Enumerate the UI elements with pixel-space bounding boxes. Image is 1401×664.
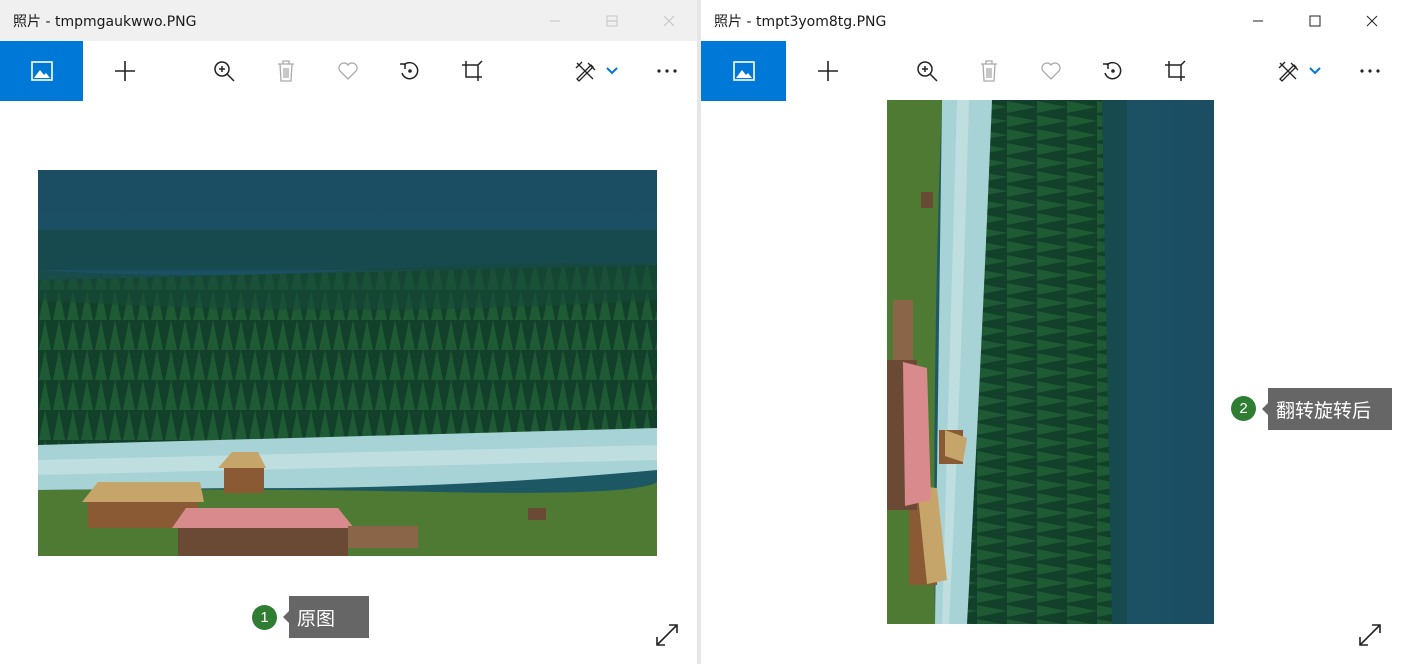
favorite-icon — [1041, 62, 1061, 80]
zoom-in-icon — [917, 61, 938, 82]
landscape-image — [38, 170, 657, 556]
expand-icon — [656, 624, 678, 646]
photos-window-original: 照片 - tmpmgaukwwo.PNG 1 原图 — [0, 0, 697, 664]
photo-original — [38, 170, 657, 556]
favorite-icon — [338, 62, 358, 80]
chevron-down-icon — [1309, 67, 1321, 75]
zoom-button[interactable] — [207, 41, 241, 101]
add-button[interactable] — [108, 41, 142, 101]
rotate-icon — [1103, 61, 1122, 80]
photos-window-transformed: 照片 - tmpt3yom8tg.PNG 2 翻转旋转后 — [701, 0, 1400, 664]
delete-button[interactable] — [972, 41, 1006, 101]
more-options-button[interactable] — [1353, 41, 1387, 101]
crop-icon — [1165, 60, 1186, 81]
favorite-button[interactable] — [331, 41, 365, 101]
edit-create-button[interactable] — [1271, 41, 1305, 101]
maximize-button[interactable] — [1286, 0, 1343, 41]
crop-button[interactable] — [1158, 41, 1192, 101]
close-button[interactable] — [1343, 0, 1400, 41]
edit-create-dropdown[interactable] — [603, 41, 621, 101]
minimize-icon — [549, 20, 560, 21]
landscape-image — [887, 100, 1214, 624]
rotate-button[interactable] — [1096, 41, 1130, 101]
view-image-button[interactable] — [0, 41, 83, 101]
close-icon — [663, 15, 674, 26]
zoom-button[interactable] — [910, 41, 944, 101]
edit-create-button[interactable] — [568, 41, 602, 101]
view-image-button[interactable] — [701, 41, 786, 101]
minimize-icon — [1252, 20, 1263, 21]
edit-create-icon — [575, 61, 596, 82]
window-title: 照片 - tmpt3yom8tg.PNG — [714, 14, 887, 30]
add-button[interactable] — [811, 41, 845, 101]
delete-icon — [278, 60, 294, 82]
callout-number: 2 — [1231, 396, 1256, 421]
close-button[interactable] — [640, 0, 697, 41]
minimize-button[interactable] — [526, 0, 583, 41]
rotate-icon — [400, 61, 419, 80]
more-options-button[interactable] — [650, 41, 684, 101]
maximize-button[interactable] — [583, 0, 640, 41]
delete-button[interactable] — [269, 41, 303, 101]
more-icon — [1360, 69, 1380, 73]
toolbar — [701, 41, 1400, 101]
toolbar — [0, 41, 697, 101]
edit-create-dropdown[interactable] — [1306, 41, 1324, 101]
delete-icon — [981, 60, 997, 82]
full-screen-button[interactable] — [1355, 620, 1385, 650]
rotate-button[interactable] — [393, 41, 427, 101]
zoom-in-icon — [214, 61, 235, 82]
photo-transformed — [887, 100, 1214, 624]
expand-icon — [1359, 624, 1381, 646]
chevron-down-icon — [606, 67, 618, 75]
minimize-button[interactable] — [1229, 0, 1286, 41]
crop-icon — [462, 60, 483, 81]
close-icon — [1366, 15, 1377, 26]
maximize-icon — [1309, 15, 1320, 26]
more-icon — [657, 69, 677, 73]
add-icon — [818, 61, 838, 81]
callout-label: 原图 — [283, 596, 369, 638]
picture-icon — [30, 61, 53, 81]
picture-icon — [732, 61, 755, 81]
favorite-button[interactable] — [1034, 41, 1068, 101]
full-screen-button[interactable] — [652, 620, 682, 650]
window-title: 照片 - tmpmgaukwwo.PNG — [13, 14, 197, 30]
edit-create-icon — [1278, 61, 1299, 82]
add-icon — [115, 61, 135, 81]
callout-number: 1 — [252, 605, 277, 630]
callout-label: 翻转旋转后 — [1262, 388, 1392, 430]
crop-button[interactable] — [455, 41, 489, 101]
maximize-icon — [606, 15, 617, 26]
